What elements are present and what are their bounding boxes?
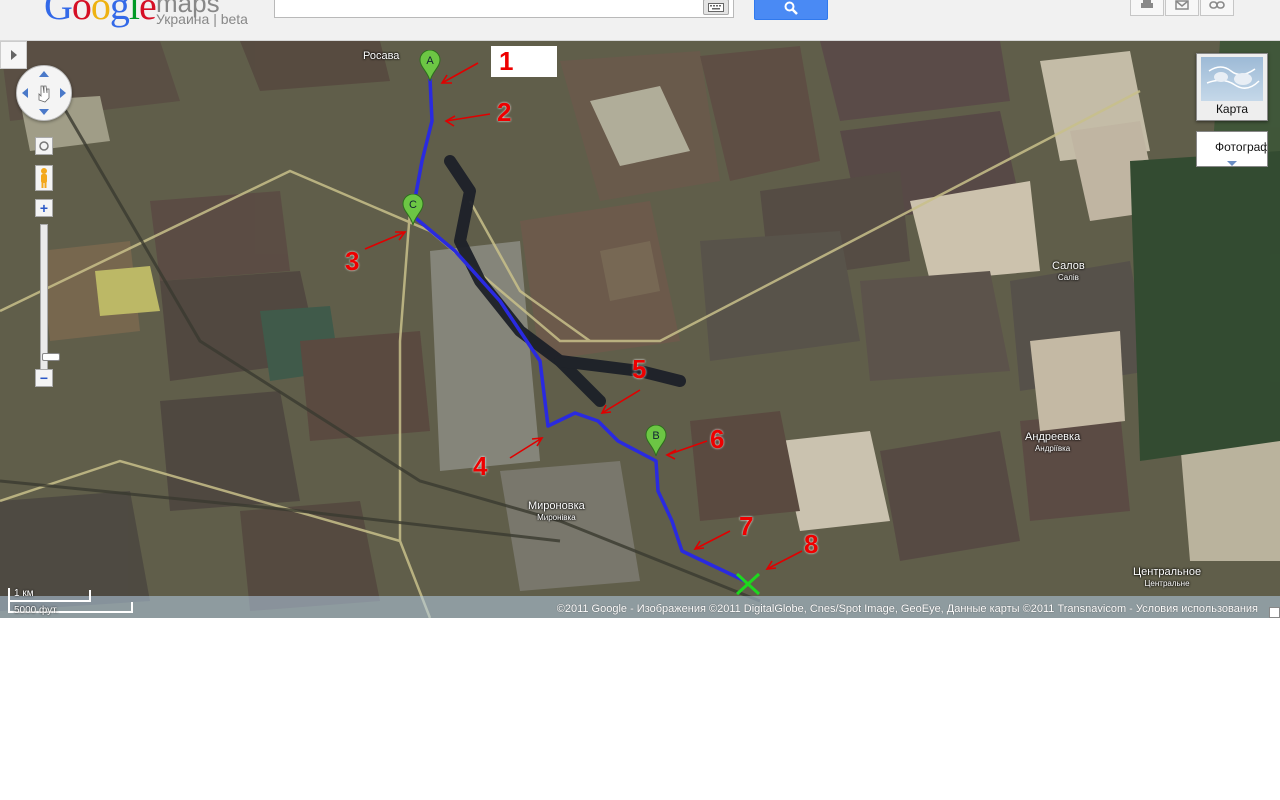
side-panel-toggle[interactable] xyxy=(0,41,27,69)
copyright-text[interactable]: ©2011 Google - Изображения ©2011 Digital… xyxy=(557,603,1258,615)
scale-bar: 1 км 5000 фут. xyxy=(8,588,134,616)
map-type-satellite-button[interactable]: Фотограф xyxy=(1196,131,1268,167)
keyboard-icon[interactable] xyxy=(703,0,729,15)
logo-text: Google xyxy=(44,0,157,28)
annotation-number: 1 xyxy=(499,46,514,76)
map-canvas[interactable]: Росава Миронoвка Миронівка Салов Салів Анд… xyxy=(0,41,1280,618)
map-type-map-button[interactable]: Карта xyxy=(1196,53,1268,121)
pan-arrows-icon xyxy=(22,71,66,115)
rotate-button[interactable] xyxy=(35,137,53,155)
magnifier-icon xyxy=(784,1,798,15)
zoom-slider-track[interactable] xyxy=(40,224,60,379)
annotation-number: 3 xyxy=(345,246,360,276)
place-label: Миронoвка Миронівка xyxy=(528,500,585,523)
pan-control[interactable] xyxy=(16,65,72,121)
place-label: Центральное Центральне xyxy=(1133,566,1202,589)
annotation-number: 8 xyxy=(804,529,819,559)
pegman-icon xyxy=(41,168,47,188)
zoom-in-button[interactable]: + xyxy=(35,199,53,217)
annotation-number: 4 xyxy=(473,451,488,481)
annotation-number: 7 xyxy=(739,511,754,541)
circle-icon xyxy=(39,141,49,151)
envelope-icon xyxy=(1175,0,1189,10)
zoom-out-button[interactable]: − xyxy=(35,369,53,387)
link-icon xyxy=(1209,1,1225,9)
pegman-button[interactable] xyxy=(35,165,53,191)
plus-icon: + xyxy=(39,200,49,216)
search-box xyxy=(274,0,734,18)
annotation-number: 6 xyxy=(710,424,725,454)
annotation-number: 2 xyxy=(497,97,512,127)
top-bar: Google maps Украина | beta xyxy=(0,0,1280,41)
email-button[interactable] xyxy=(1165,0,1199,16)
marker-label: A xyxy=(426,55,434,67)
link-button[interactable] xyxy=(1200,0,1234,16)
route-marker-c[interactable]: C xyxy=(402,194,424,226)
globe-thumbnail-icon xyxy=(1201,57,1263,101)
overview-map-toggle[interactable] xyxy=(1269,607,1280,618)
scale-imperial-label: 5000 фут. xyxy=(14,605,59,616)
annotation-number: 5 xyxy=(632,354,647,384)
satellite-imagery xyxy=(0,41,1280,618)
printer-icon xyxy=(1141,0,1153,8)
map-type-label: Карта xyxy=(1215,102,1249,116)
print-button[interactable] xyxy=(1130,0,1164,16)
map-type-selected-label: Фотограф xyxy=(1215,140,1268,154)
marker-label: B xyxy=(652,430,659,442)
logo-subtitle: Украина | beta xyxy=(156,11,248,27)
place-label: Салов Салів xyxy=(1052,260,1085,283)
zoom-slider-handle[interactable] xyxy=(42,353,60,361)
route-marker-a[interactable]: A xyxy=(419,50,441,82)
scale-metric-label: 1 км xyxy=(14,588,34,599)
place-label: Андреевка Андріївка xyxy=(1025,431,1081,454)
marker-label: C xyxy=(409,199,417,211)
triangle-right-icon xyxy=(10,50,17,60)
chevron-down-icon xyxy=(1227,161,1237,166)
route-marker-b[interactable]: B xyxy=(645,425,667,457)
search-button[interactable] xyxy=(754,0,828,20)
minus-icon: − xyxy=(39,370,49,386)
google-logo[interactable]: Google xyxy=(44,0,157,29)
search-input[interactable] xyxy=(279,0,703,17)
place-label: Росава xyxy=(363,50,400,62)
